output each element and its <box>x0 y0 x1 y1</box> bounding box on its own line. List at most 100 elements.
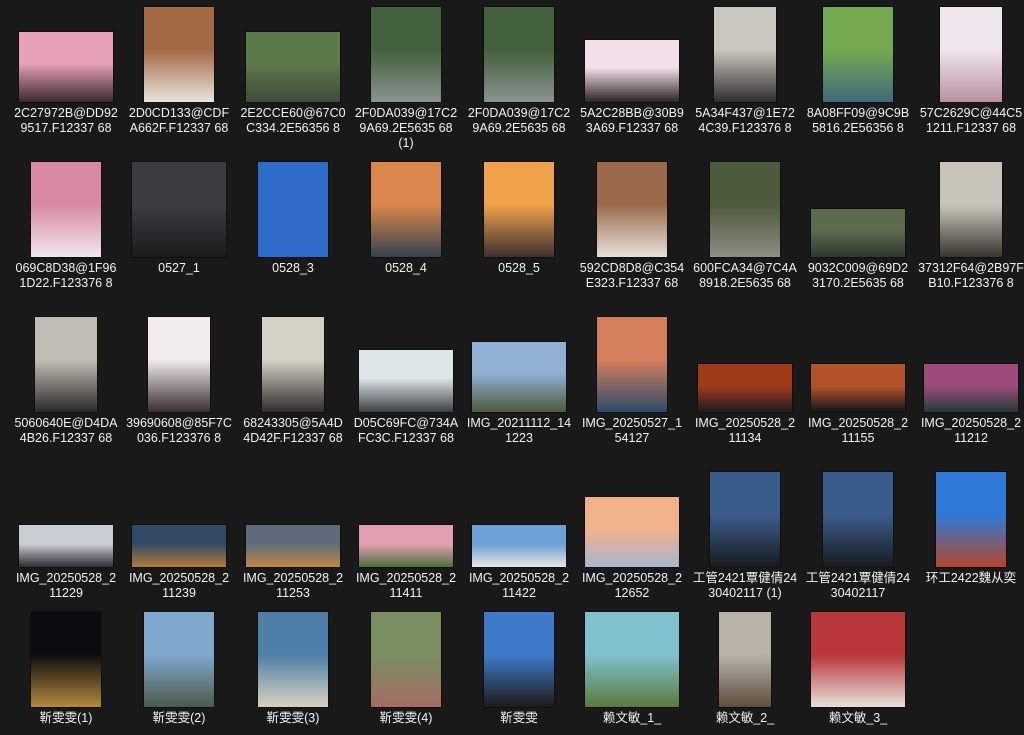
file-name: 赖文敏_1_ <box>602 711 662 725</box>
file-tile[interactable]: 靳雯雯(2) <box>126 610 232 725</box>
photo-thumbnail <box>719 612 771 707</box>
thumbnail-area <box>353 160 459 257</box>
file-name: 600FCA34@7C4A8918.2E5635 68 <box>693 261 797 290</box>
thumbnail-area <box>579 5 685 102</box>
thumbnail-area <box>466 160 572 257</box>
file-tile[interactable]: 592CD8D8@C354E323.F12337 68 <box>579 160 685 290</box>
photo-thumbnail <box>597 162 667 257</box>
file-tile[interactable]: 工管2421覃健倩2430402117 <box>805 470 911 600</box>
file-name: 2C27972B@DD929517.F12337 68 <box>14 106 118 135</box>
file-tile[interactable]: 赖文敏_1_ <box>579 610 685 725</box>
file-tile[interactable]: 赖文敏_2_ <box>692 610 798 725</box>
file-tile[interactable]: 靳雯雯 <box>466 610 572 725</box>
file-tile[interactable]: 2F0DA039@17C29A69.2E5635 68 (1) <box>353 5 459 150</box>
photo-thumbnail <box>811 612 905 707</box>
file-tile[interactable]: 0528_4 <box>353 160 459 275</box>
file-tile[interactable]: D05C69FC@734AFC3C.F12337 68 <box>353 315 459 445</box>
photo-thumbnail <box>484 7 554 102</box>
file-tile[interactable]: 2C27972B@DD929517.F12337 68 <box>13 5 119 135</box>
file-tile[interactable]: 37312F64@2B97FB10.F123376 8 <box>918 160 1024 290</box>
file-name: 环工2422魏从奕 <box>925 571 1017 585</box>
thumbnail-area <box>353 610 459 707</box>
photo-thumbnail <box>359 525 453 567</box>
photo-thumbnail <box>19 32 113 102</box>
file-tile[interactable]: 0527_1 <box>126 160 232 275</box>
file-tile[interactable]: 靳雯雯(3) <box>240 610 346 725</box>
file-name: 5A2C28BB@30B93A69.F12337 68 <box>580 106 684 135</box>
file-tile[interactable]: IMG_20250528_211212 <box>918 315 1024 445</box>
file-tile[interactable]: 39690608@85F7C036.F123376 8 <box>126 315 232 445</box>
file-tile[interactable]: 8A08FF09@9C9B5816.2E56356 8 <box>805 5 911 135</box>
file-tile[interactable]: 600FCA34@7C4A8918.2E5635 68 <box>692 160 798 290</box>
file-name: 靳雯雯(3) <box>266 711 320 725</box>
thumbnail-area <box>805 610 911 707</box>
thumbnail-area <box>466 470 572 567</box>
file-tile[interactable]: IMG_20250528_211229 <box>13 470 119 600</box>
file-tile[interactable]: 0528_3 <box>240 160 346 275</box>
thumbnail-area <box>13 610 119 707</box>
thumbnail-area <box>126 610 232 707</box>
photo-thumbnail <box>132 525 226 567</box>
thumbnail-area <box>805 470 911 567</box>
photo-thumbnail <box>823 472 893 567</box>
thumbnail-area <box>692 315 798 412</box>
file-tile[interactable]: 2F0DA039@17C29A69.2E5635 68 <box>466 5 572 135</box>
file-name: 2F0DA039@17C29A69.2E5635 68 <box>467 106 571 135</box>
thumbnail-area <box>13 470 119 567</box>
file-tile[interactable]: IMG_20250528_211134 <box>692 315 798 445</box>
file-tile[interactable]: 赖文敏_3_ <box>805 610 911 725</box>
file-name: IMG_20250528_211422 <box>468 571 570 600</box>
thumbnail-area <box>579 160 685 257</box>
photo-thumbnail <box>31 162 101 257</box>
file-tile[interactable]: IMG_20211112_141223 <box>466 315 572 445</box>
file-tile[interactable]: IMG_20250528_211411 <box>353 470 459 600</box>
file-tile[interactable]: IMG_20250528_211239 <box>126 470 232 600</box>
file-name: 0528_5 <box>498 261 540 275</box>
photo-thumbnail <box>31 612 101 707</box>
photo-thumbnail <box>823 7 893 102</box>
file-name: 57C2629C@44C51211.F12337 68 <box>919 106 1023 135</box>
thumbnail-area <box>353 5 459 102</box>
file-name: 0527_1 <box>158 261 200 275</box>
file-name: 5060640E@D4DA4B26.F12337 68 <box>14 416 118 445</box>
thumbnail-area <box>240 160 346 257</box>
file-tile[interactable]: 靳雯雯(1) <box>13 610 119 725</box>
file-tile[interactable]: 靳雯雯(4) <box>353 610 459 725</box>
file-tile[interactable]: 2E2CCE60@67C0C334.2E56356 8 <box>240 5 346 135</box>
file-tile[interactable]: 069C8D38@1F961D22.F123376 8 <box>13 160 119 290</box>
photo-thumbnail <box>710 162 780 257</box>
file-name: 592CD8D8@C354E323.F12337 68 <box>579 261 685 290</box>
photo-thumbnail <box>132 162 226 257</box>
photo-thumbnail <box>262 317 324 412</box>
file-name: 2F0DA039@17C29A69.2E5635 68 (1) <box>354 106 458 150</box>
file-tile[interactable]: 2D0CD133@CDFA662F.F12337 68 <box>126 5 232 135</box>
file-tile[interactable]: 57C2629C@44C51211.F12337 68 <box>918 5 1024 135</box>
file-name: 靳雯雯(2) <box>152 711 206 725</box>
thumbnail-area <box>126 315 232 412</box>
file-tile[interactable]: 68243305@5A4D4D42F.F12337 68 <box>240 315 346 445</box>
photo-thumbnail <box>585 497 679 567</box>
file-tile[interactable]: IMG_20250528_211253 <box>240 470 346 600</box>
file-tile[interactable]: IMG_20250528_211155 <box>805 315 911 445</box>
file-tile[interactable]: 9032C009@69D23170.2E5635 68 <box>805 160 911 290</box>
photo-thumbnail <box>698 364 792 412</box>
file-tile[interactable]: 环工2422魏从奕 <box>918 470 1024 585</box>
thumbnail-area <box>466 315 572 412</box>
file-name: IMG_20211112_141223 <box>466 416 572 445</box>
file-tile[interactable]: 5A34F437@1E724C39.F123376 8 <box>692 5 798 135</box>
file-tile[interactable]: IMG_20250528_211422 <box>466 470 572 600</box>
file-tile[interactable]: 工管2421覃健倩2430402117 (1) <box>692 470 798 600</box>
thumbnail-area <box>692 610 798 707</box>
file-tile[interactable]: 5060640E@D4DA4B26.F12337 68 <box>13 315 119 445</box>
file-tile[interactable]: 0528_5 <box>466 160 572 275</box>
file-tile[interactable]: 5A2C28BB@30B93A69.F12337 68 <box>579 5 685 135</box>
file-name: D05C69FC@734AFC3C.F12337 68 <box>353 416 459 445</box>
thumbnail-area <box>240 315 346 412</box>
file-name: 0528_4 <box>385 261 427 275</box>
photo-thumbnail <box>585 40 679 102</box>
file-tile[interactable]: IMG_20250527_154127 <box>579 315 685 445</box>
file-name: IMG_20250528_211253 <box>242 571 344 600</box>
file-name: 37312F64@2B97FB10.F123376 8 <box>918 261 1024 290</box>
photo-thumbnail <box>148 317 210 412</box>
file-tile[interactable]: IMG_20250528_212652 <box>579 470 685 600</box>
